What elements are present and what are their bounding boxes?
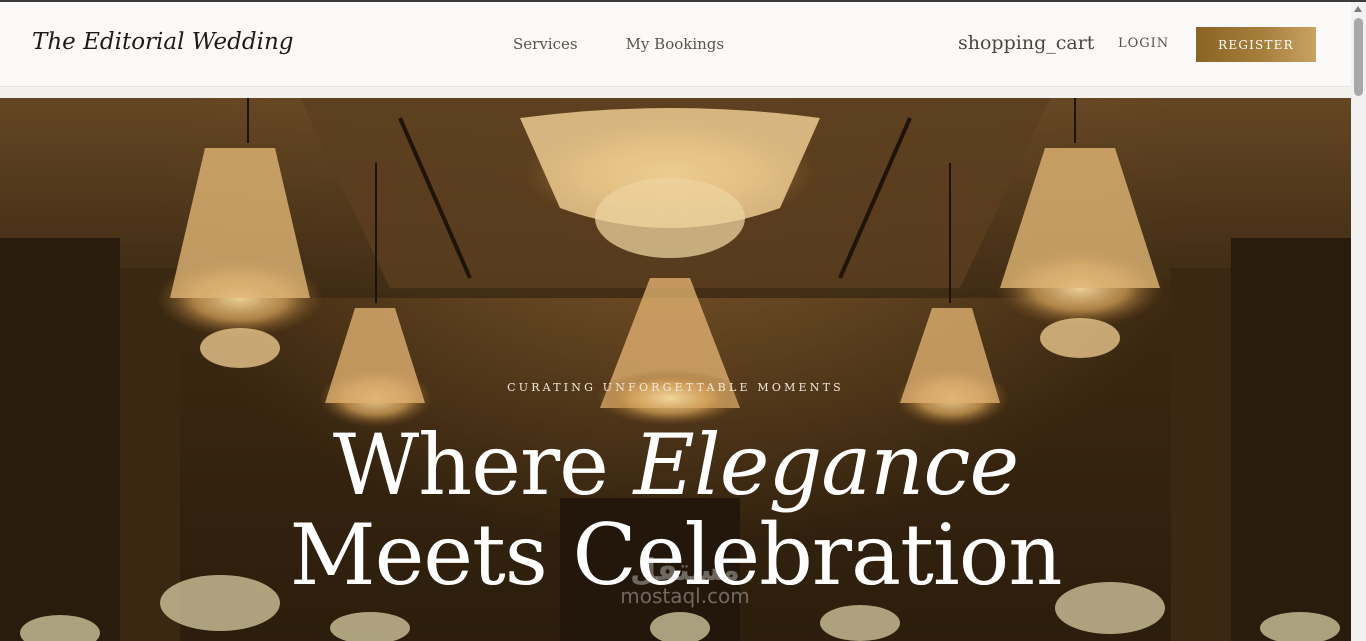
nav-item-my-bookings[interactable]: My Bookings <box>626 35 725 53</box>
register-button[interactable]: REGISTER <box>1196 27 1316 62</box>
hero-section: CURATING UNFORGETTABLE MOMENTS Where Ele… <box>0 98 1351 641</box>
watermark: مستقل mostaql.com <box>600 553 770 608</box>
hero-eyebrow: CURATING UNFORGETTABLE MOMENTS <box>507 381 844 394</box>
login-link[interactable]: LOGIN <box>1118 36 1169 51</box>
scroll-up-arrow-icon[interactable] <box>1354 6 1362 12</box>
site-header: The Editorial Wedding Services My Bookin… <box>0 2 1351 87</box>
watermark-logo: مستقل <box>630 553 740 588</box>
page-scrollbar[interactable] <box>1351 2 1366 641</box>
headline-emphasis: Elegance <box>633 416 1020 514</box>
headline-part1: Where <box>332 416 634 514</box>
header-divider-band <box>0 87 1351 98</box>
scrollbar-thumb[interactable] <box>1354 18 1363 96</box>
main-nav: Services My Bookings <box>513 35 724 53</box>
shopping-cart-icon[interactable]: shopping_cart <box>958 32 1094 54</box>
brand-logo[interactable]: The Editorial Wedding <box>32 29 293 55</box>
nav-item-services[interactable]: Services <box>513 35 578 53</box>
watermark-domain: mostaql.com <box>620 584 750 608</box>
